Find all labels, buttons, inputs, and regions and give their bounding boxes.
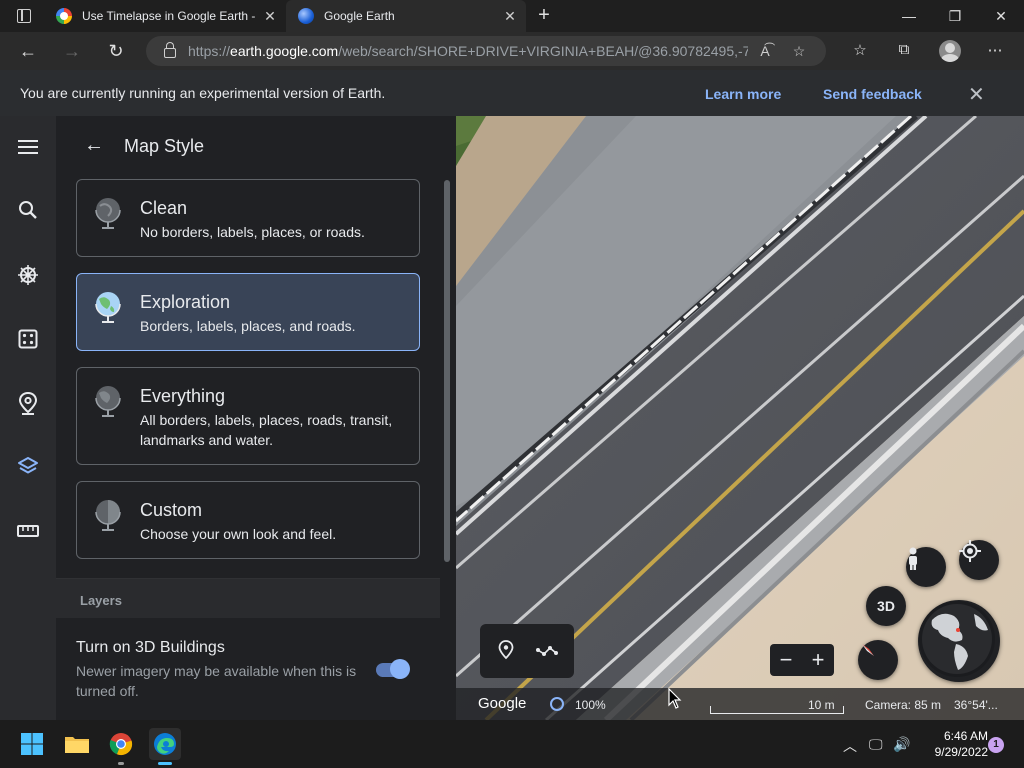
close-window-icon[interactable]: ✕ xyxy=(978,0,1024,32)
3d-toggle-button[interactable]: 3D xyxy=(866,586,906,626)
close-icon[interactable]: ✕ xyxy=(968,82,985,107)
url-text[interactable]: https://earth.google.com/web/search/SHOR… xyxy=(188,43,748,59)
google-favicon xyxy=(56,8,72,24)
experimental-banner: You are currently running an experimenta… xyxy=(0,70,1024,116)
tab-title: Use Timelapse in Google Earth - xyxy=(82,9,256,23)
coordinates[interactable]: 36°54'... xyxy=(954,698,998,712)
reload-icon[interactable]: ↻ xyxy=(104,40,128,62)
back-arrow-icon[interactable]: ← xyxy=(84,134,104,157)
style-card-everything[interactable]: Everything All borders, labels, places, … xyxy=(76,367,420,465)
style-name: Everything xyxy=(140,386,226,406)
browser-toolbar: ← → ↻ https://earth.google.com/web/searc… xyxy=(0,32,1024,70)
chrome-icon[interactable] xyxy=(105,728,137,765)
style-description: Borders, labels, places, and roads. xyxy=(140,318,356,334)
windows-taskbar: ︿ 🖵 🔊 6:46 AM 9/29/2022 1 xyxy=(0,720,1024,768)
clock-date: 9/29/2022 xyxy=(934,745,988,759)
voyager-icon[interactable] xyxy=(16,263,40,287)
search-icon[interactable] xyxy=(16,198,40,222)
zoom-controls: − + xyxy=(770,644,834,676)
close-tab-icon[interactable]: ✕ xyxy=(500,8,520,25)
measure-icon[interactable] xyxy=(16,519,40,543)
map-view[interactable]: 3D − + Google 100% 10 m Camera: 85 m 36°… xyxy=(456,116,1024,720)
style-description: All borders, labels, places, roads, tran… xyxy=(140,412,393,448)
page-title: Map Style xyxy=(124,136,205,156)
panel-scrollbar[interactable] xyxy=(444,180,450,562)
clock-time: 6:46 AM xyxy=(943,729,988,743)
send-feedback-link[interactable]: Send feedback xyxy=(823,86,922,102)
scale-label: 10 m xyxy=(808,698,835,712)
learn-more-link[interactable]: Learn more xyxy=(705,86,781,102)
menu-icon[interactable] xyxy=(16,135,40,159)
layers-section-header: Layers xyxy=(56,578,440,618)
globe-icon xyxy=(95,198,121,229)
system-clock[interactable]: 6:46 AM 9/29/2022 xyxy=(918,728,988,760)
notification-badge[interactable]: 1 xyxy=(988,737,1004,753)
mouse-cursor-icon xyxy=(668,688,682,709)
style-description: No borders, labels, places, or roads. xyxy=(140,224,365,240)
collections-icon[interactable]: ⧉ xyxy=(893,41,915,61)
3d-buildings-title: Turn on 3D Buildings xyxy=(76,639,225,656)
banner-message: You are currently running an experimenta… xyxy=(20,85,386,101)
zoom-out-icon[interactable]: − xyxy=(780,647,793,673)
address-bar[interactable]: https://earth.google.com/web/search/SHOR… xyxy=(146,36,826,66)
tab-timelapse[interactable]: Use Timelapse in Google Earth - ✕ xyxy=(44,0,286,32)
style-description: Choose your own look and feel. xyxy=(140,526,337,542)
restore-icon[interactable]: ❐ xyxy=(932,0,978,32)
3d-buildings-toggle[interactable] xyxy=(374,659,410,679)
google-earth-favicon xyxy=(298,8,314,24)
style-name: Custom xyxy=(140,500,203,520)
drawing-tools xyxy=(480,624,574,678)
globe-minimap[interactable] xyxy=(918,600,1000,682)
edge-icon[interactable] xyxy=(149,728,181,765)
loading-ring-icon xyxy=(550,697,564,711)
style-card-exploration[interactable]: Exploration Borders, labels, places, and… xyxy=(76,273,420,351)
style-name: Clean xyxy=(140,198,188,218)
google-logo: Google xyxy=(478,695,527,712)
places-icon[interactable] xyxy=(16,391,40,415)
panel-header: ← Map Style xyxy=(56,116,456,176)
map-style-panel: ← Map Style Clean No borders, labels, pl… xyxy=(56,116,456,720)
globe-icon xyxy=(95,500,121,531)
globe-icon xyxy=(95,386,121,417)
more-menu-icon[interactable]: ⋯ xyxy=(984,41,1006,61)
style-name: Exploration xyxy=(140,292,231,312)
add-favorite-icon[interactable]: ☆ xyxy=(782,43,816,60)
camera-altitude: Camera: 85 m xyxy=(865,698,942,712)
tab-title: Google Earth xyxy=(324,9,395,23)
network-icon[interactable]: 🖵 xyxy=(869,736,883,753)
windows-start-icon[interactable] xyxy=(16,728,48,760)
map-style-icon[interactable] xyxy=(16,455,40,479)
left-nav-rail xyxy=(0,116,56,720)
new-tab-icon[interactable]: + xyxy=(532,4,556,28)
3d-buildings-description: Newer imagery may be available when this… xyxy=(76,663,357,699)
zoom-in-icon[interactable]: + xyxy=(812,647,825,673)
forward-icon[interactable]: → xyxy=(60,40,84,62)
read-aloud-icon[interactable]: A͡ xyxy=(748,43,782,59)
back-icon[interactable]: ← xyxy=(16,40,40,62)
chevron-up-icon[interactable]: ︿ xyxy=(843,736,857,756)
projects-icon[interactable] xyxy=(16,327,40,351)
volume-icon[interactable]: 🔊 xyxy=(893,736,910,753)
map-status-bar: Google 100% 10 m Camera: 85 m 36°54'... xyxy=(456,688,1024,720)
profile-avatar[interactable] xyxy=(939,40,961,62)
minimize-icon[interactable]: — xyxy=(886,0,932,32)
tab-actions-icon[interactable] xyxy=(8,6,40,26)
active-indicator xyxy=(158,762,172,765)
style-card-clean[interactable]: Clean No borders, labels, places, or roa… xyxy=(76,179,420,257)
lock-icon[interactable] xyxy=(164,42,176,58)
style-card-custom[interactable]: Custom Choose your own look and feel. xyxy=(76,481,420,559)
file-explorer-icon[interactable] xyxy=(61,728,93,760)
layers-heading: Layers xyxy=(80,593,122,608)
tab-google-earth[interactable]: Google Earth ✕ xyxy=(286,0,526,32)
favorites-icon[interactable]: ☆ xyxy=(849,41,871,61)
close-tab-icon[interactable]: ✕ xyxy=(260,8,280,25)
globe-icon xyxy=(95,292,121,323)
browser-tab-strip: Use Timelapse in Google Earth - ✕ Google… xyxy=(0,0,1024,32)
street-view-icon[interactable] xyxy=(906,547,946,587)
running-indicator xyxy=(118,762,124,765)
compass-icon[interactable] xyxy=(858,640,898,680)
load-percent: 100% xyxy=(575,698,606,712)
my-location-icon[interactable] xyxy=(959,540,999,580)
